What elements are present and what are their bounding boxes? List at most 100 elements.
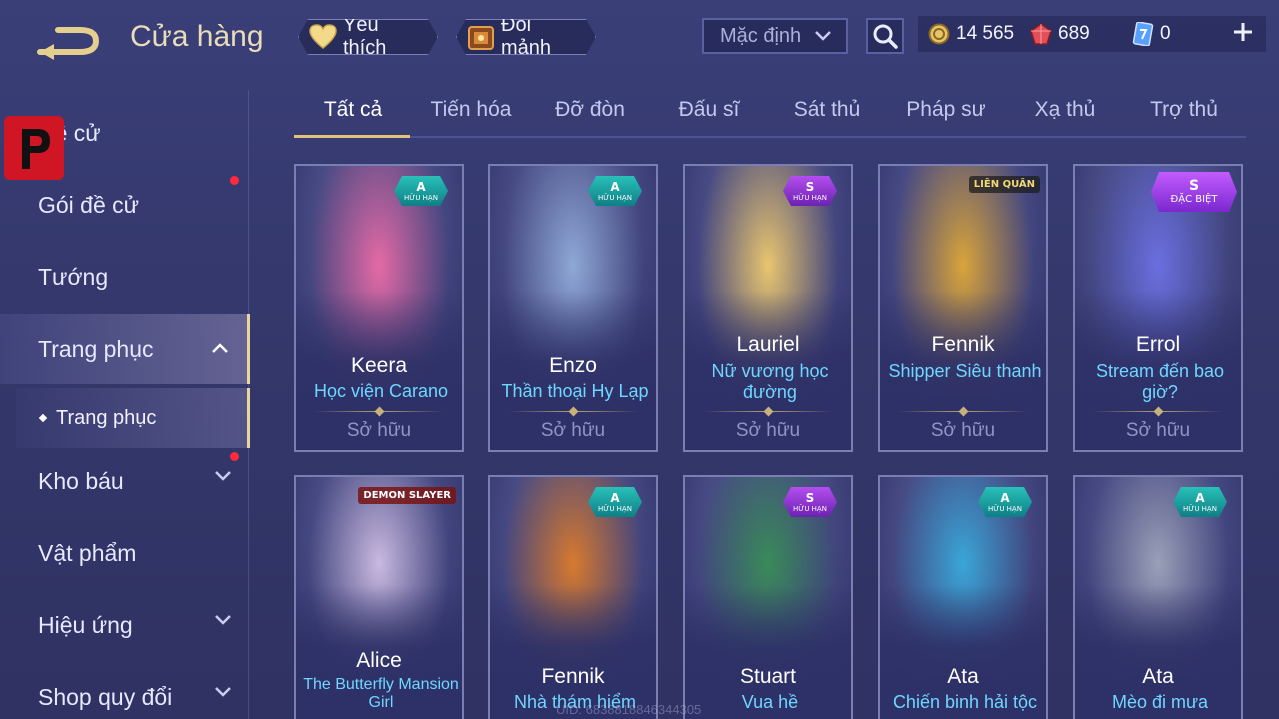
search-icon bbox=[873, 24, 898, 49]
tab-fighter[interactable]: Đấu sĩ bbox=[650, 98, 768, 136]
fragment-chest-icon bbox=[467, 23, 495, 51]
tab-label: Đấu sĩ bbox=[678, 98, 740, 121]
tab-evolution[interactable]: Tiến hóa bbox=[412, 98, 530, 136]
plus-icon bbox=[1234, 23, 1252, 41]
overlay-app-logo bbox=[4, 116, 64, 180]
owned-status: Sở hữu bbox=[1125, 420, 1191, 441]
sidebar-item-heroes[interactable]: Tướng bbox=[0, 246, 250, 308]
skin-card[interactable]: S HỮU HẠN Stuart Vua hề bbox=[683, 475, 853, 719]
sidebar-item-effects[interactable]: Hiệu ứng bbox=[0, 594, 250, 656]
p-logo-icon bbox=[22, 129, 50, 169]
skin-card[interactable]: LIÊN QUÂN Fennik Shipper Siêu thanh Sở h… bbox=[878, 164, 1048, 452]
sidebar: Đề cử Gói đề cử Tướng Trang phục Trang p… bbox=[0, 96, 250, 719]
tab-label: Tất cả bbox=[323, 98, 383, 121]
notification-dot bbox=[230, 452, 239, 461]
currency-bar: 14 565 689 0 bbox=[918, 16, 1266, 52]
top-bar: Cửa hàng Yêu thích Đổi mảnh Mặc định 14 … bbox=[0, 0, 1279, 76]
hero-name: Alice bbox=[356, 649, 402, 672]
owned-status: Sở hữu bbox=[346, 420, 412, 441]
chevron-down-icon bbox=[215, 687, 231, 697]
skin-card[interactable]: A HỮU HẠN Fennik Nhà thám hiểm bbox=[488, 475, 658, 719]
category-tabs: Tất cả Tiến hóa Đỡ đòn Đấu sĩ Sát thủ Ph… bbox=[294, 88, 1246, 138]
back-arrow-icon bbox=[37, 27, 100, 60]
limited-tier-badge: A HỮU HẠN bbox=[394, 176, 448, 206]
page-title: Cửa hàng bbox=[130, 20, 264, 53]
tab-label: Đỡ đòn bbox=[555, 98, 625, 121]
skin-name: Chiến binh hải tộc bbox=[892, 692, 1038, 712]
skin-card[interactable]: A HỮU HẠN Ata Mèo đi mưa bbox=[1073, 475, 1243, 719]
limited-tier-badge: A HỮU HẠN bbox=[978, 487, 1032, 517]
sort-dropdown[interactable]: Mặc định bbox=[702, 18, 848, 54]
sidebar-item-skins[interactable]: Trang phục bbox=[0, 314, 250, 384]
top-up-plus-button[interactable] bbox=[1232, 20, 1254, 48]
diamond-bullet-icon bbox=[38, 413, 48, 423]
demon-slayer-logo: DEMON SLAYER bbox=[358, 487, 456, 504]
tab-label: Xạ thủ bbox=[1034, 98, 1096, 121]
notification-dot bbox=[230, 176, 239, 185]
special-tier-badge: S ĐẶC BIỆT bbox=[1151, 172, 1237, 212]
skin-card[interactable]: DEMON SLAYER Alice The Butterfly Mansion… bbox=[294, 475, 464, 719]
sidebar-item-items[interactable]: Vật phẩm bbox=[0, 522, 250, 584]
sidebar-subitem-skins[interactable]: Trang phục bbox=[16, 388, 250, 448]
voucher-card-icon bbox=[1132, 22, 1154, 46]
sidebar-item-label: Vật phẩm bbox=[38, 539, 137, 566]
hero-name: Fennik bbox=[541, 665, 605, 688]
tab-label: Tiến hóa bbox=[430, 98, 512, 121]
tab-assassin[interactable]: Sát thủ bbox=[768, 98, 886, 136]
limited-tier-badge: A HỮU HẠN bbox=[588, 176, 642, 206]
tab-label: Sát thủ bbox=[793, 98, 861, 121]
skin-name: Nữ vương học đường bbox=[711, 361, 829, 402]
sidebar-subitem-label: Trang phục bbox=[56, 406, 157, 429]
search-button[interactable] bbox=[866, 18, 904, 54]
active-tab-indicator bbox=[294, 135, 410, 138]
hero-name: Ata bbox=[1142, 665, 1174, 688]
lien-quan-logo: LIÊN QUÂN bbox=[968, 176, 1040, 193]
tab-all[interactable]: Tất cả bbox=[294, 98, 412, 138]
limited-tier-badge: A HỮU HẠN bbox=[588, 487, 642, 517]
sidebar-item-treasure[interactable]: Kho báu bbox=[0, 450, 250, 512]
favorites-button[interactable]: Yêu thích bbox=[298, 19, 438, 55]
skin-card[interactable]: S HỮU HẠN Lauriel Nữ vương học đường Sở h… bbox=[683, 164, 853, 452]
sidebar-item-exchange-shop[interactable]: Shop quy đổi bbox=[0, 666, 250, 719]
hero-name: Keera bbox=[350, 354, 408, 377]
tab-tank[interactable]: Đỡ đòn bbox=[531, 98, 649, 136]
tab-label: Pháp sư bbox=[906, 98, 986, 121]
chevron-down-icon bbox=[215, 615, 231, 625]
hero-name: Fennik bbox=[931, 333, 995, 356]
tab-mage[interactable]: Pháp sư bbox=[887, 98, 1005, 136]
skin-card[interactable]: S ĐẶC BIỆT Errol Stream đến bao giờ? Sở h… bbox=[1073, 164, 1243, 452]
hero-name: Stuart bbox=[739, 665, 797, 688]
heart-icon bbox=[309, 23, 337, 51]
skin-name: Stream đến bao giờ? bbox=[1095, 361, 1225, 402]
sidebar-item-label: Shop quy đổi bbox=[38, 683, 173, 710]
owned-status: Sở hữu bbox=[930, 420, 996, 441]
skin-name: Mèo đi mưa bbox=[1111, 692, 1209, 712]
skin-card[interactable]: A HỮU HẠN Keera Học viện Carano Sở hữu bbox=[294, 164, 464, 452]
sidebar-item-label: Trang phục bbox=[38, 335, 154, 362]
skin-name: Shipper Siêu thanh bbox=[888, 361, 1042, 381]
tab-support[interactable]: Trợ thủ bbox=[1125, 98, 1243, 136]
sort-value: Mặc định bbox=[720, 24, 802, 47]
back-button[interactable] bbox=[36, 22, 104, 60]
gold-coin-icon bbox=[928, 23, 950, 45]
ruby-icon bbox=[1030, 23, 1052, 45]
limited-tier-badge: A HỮU HẠN bbox=[1173, 487, 1227, 517]
voucher-balance: 0 bbox=[1132, 22, 1171, 46]
skin-card[interactable]: A HỮU HẠN Enzo Thần thoại Hy Lạp Sở hữu bbox=[488, 164, 658, 452]
limited-tier-badge: S HỮU HẠN bbox=[783, 487, 837, 517]
chevron-up-icon bbox=[212, 343, 228, 353]
sidebar-item-label: Kho báu bbox=[38, 467, 124, 494]
uid-watermark: UID: 6838818846344305 bbox=[556, 702, 702, 717]
owned-status: Sở hữu bbox=[540, 420, 606, 441]
hero-name: Errol bbox=[1135, 333, 1181, 356]
skin-card[interactable]: A HỮU HẠN Ata Chiến binh hải tộc bbox=[878, 475, 1048, 719]
ruby-balance: 689 bbox=[1030, 23, 1090, 45]
sidebar-item-label: Gói đề cử bbox=[38, 191, 140, 218]
sidebar-item-recommended-packs[interactable]: Gói đề cử bbox=[0, 174, 250, 236]
exchange-fragments-button[interactable]: Đổi mảnh bbox=[456, 19, 596, 55]
tab-marksman[interactable]: Xạ thủ bbox=[1006, 98, 1124, 136]
voucher-amount: 0 bbox=[1160, 23, 1171, 44]
skin-name: Thần thoại Hy Lạp bbox=[501, 381, 649, 401]
owned-status: Sở hữu bbox=[735, 420, 801, 441]
favorites-label: Yêu thích bbox=[343, 14, 387, 59]
